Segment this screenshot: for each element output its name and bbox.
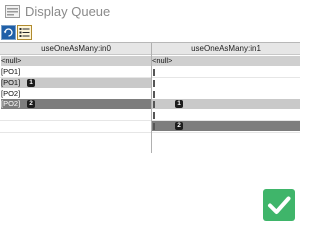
refresh-icon xyxy=(2,26,15,39)
cell-value: [PO2] xyxy=(1,89,21,98)
cell-in0: [PO1] xyxy=(1,67,151,77)
cell-in0: [PO1] 1 xyxy=(1,78,151,88)
cell-value: [PO1] xyxy=(1,78,21,87)
cell-in0 xyxy=(1,110,151,120)
cell-in1 xyxy=(152,89,300,99)
cell-in1 xyxy=(152,78,300,88)
queue-table: useOneAsMany:in0 useOneAsMany:in1 <null>… xyxy=(0,42,300,153)
cell-value: <null> xyxy=(1,56,22,65)
column-divider[interactable] xyxy=(151,43,152,153)
cell-in1: <null> xyxy=(152,56,300,66)
context-badge: 2 xyxy=(27,100,35,108)
table-row[interactable]: [PO1] xyxy=(0,67,300,77)
cell-in0 xyxy=(1,121,151,131)
cell-value: [PO1] xyxy=(1,67,21,76)
context-marker xyxy=(153,79,155,87)
table-row[interactable]: <null> <null> xyxy=(0,56,300,66)
column-header-in0[interactable]: useOneAsMany:in0 xyxy=(0,43,152,55)
refresh-button[interactable] xyxy=(1,25,16,40)
window-title: Display Queue xyxy=(25,4,111,19)
title-bar: Display Queue xyxy=(0,0,300,24)
column-header-in1[interactable]: useOneAsMany:in1 xyxy=(152,43,300,55)
cell-in0: [PO2] xyxy=(1,89,151,99)
cell-in0: [PO2] 2 xyxy=(1,99,151,109)
cell-in1: 2 xyxy=(152,121,300,131)
context-badge: 1 xyxy=(27,79,35,87)
table-row[interactable] xyxy=(0,110,300,120)
list-icon xyxy=(17,25,32,40)
cell-in1 xyxy=(152,67,300,77)
cell-in1: 1 xyxy=(152,99,300,109)
cell-value: [PO2] xyxy=(1,99,21,108)
toolbar xyxy=(0,24,300,42)
context-marker xyxy=(153,111,155,119)
list-view-button[interactable] xyxy=(17,25,32,40)
context-marker xyxy=(153,90,155,98)
table-row[interactable]: [PO1] 1 xyxy=(0,78,300,88)
cell-in0: <null> xyxy=(1,56,151,66)
row-divider xyxy=(0,132,300,133)
context-marker xyxy=(153,100,155,108)
context-badge: 2 xyxy=(175,122,183,130)
context-marker xyxy=(153,122,155,130)
display-queue-icon xyxy=(5,5,20,18)
cell-value: <null> xyxy=(152,56,173,65)
ok-button[interactable] xyxy=(263,189,295,221)
table-row[interactable]: [PO2] xyxy=(0,89,300,99)
context-marker xyxy=(153,68,155,76)
checkmark-icon xyxy=(268,196,291,214)
table-row[interactable]: 2 xyxy=(0,121,300,131)
context-badge: 1 xyxy=(175,100,183,108)
table-row[interactable]: [PO2] 2 1 xyxy=(0,99,300,109)
cell-in1 xyxy=(152,110,300,120)
